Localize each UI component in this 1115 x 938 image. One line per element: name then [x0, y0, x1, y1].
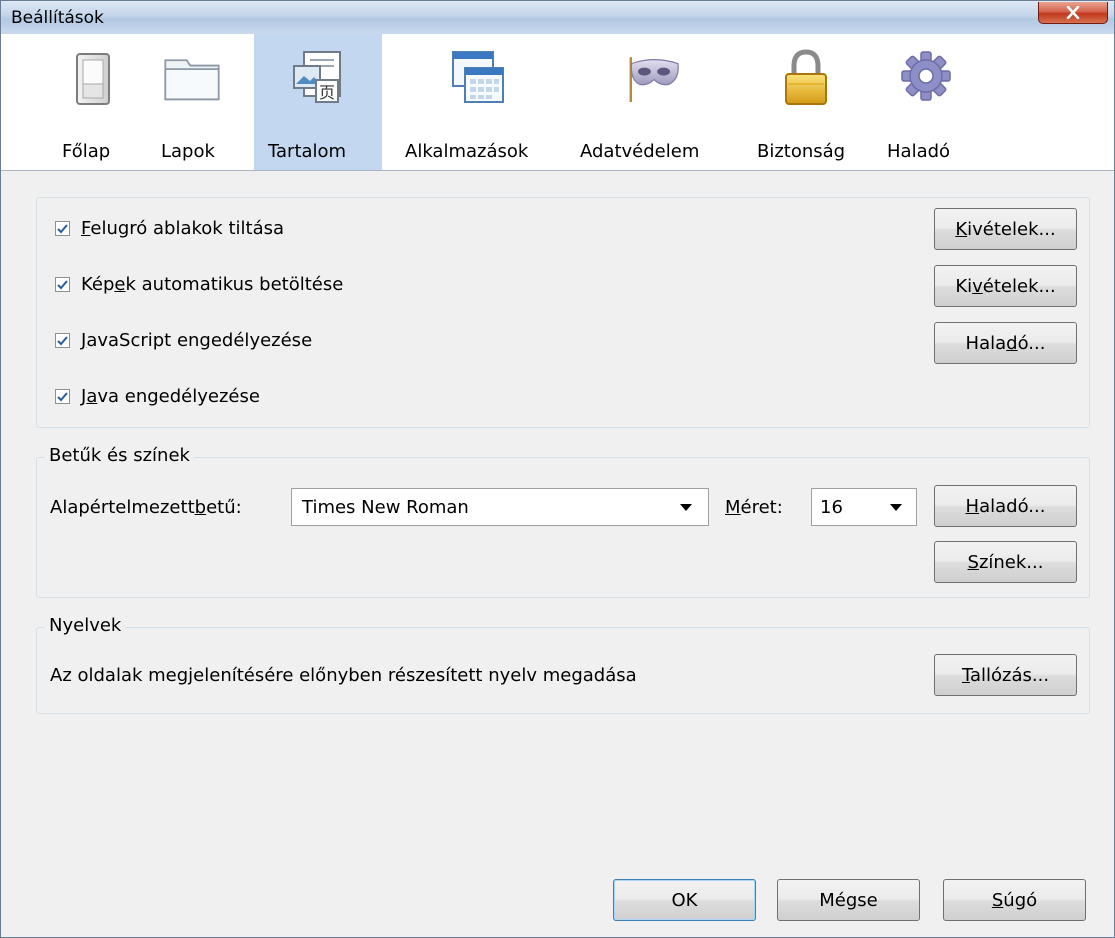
content-options-group: Felugró ablakok tiltása Kivételek... Kép…: [36, 197, 1090, 428]
javascript-option[interactable]: JavaScript engedélyezése: [55, 330, 312, 351]
cancel-button[interactable]: Mégse: [777, 879, 920, 921]
tab-main[interactable]: Főlap: [58, 34, 128, 170]
tab-label: Tartalom: [268, 141, 347, 162]
tab-applications[interactable]: Alkalmazások: [402, 34, 552, 170]
popup-block-label: Felugró ablakok tiltása: [81, 218, 285, 239]
tab-content[interactable]: 页 Tartalom: [254, 34, 382, 170]
fonts-colors-group: Betűk és színek Alapértelmezett b etű: Ti…: [36, 445, 1090, 598]
languages-group: Nyelvek Az oldalak megjelenítésére előny…: [36, 615, 1090, 714]
image-exceptions-button[interactable]: Kivételek...: [934, 265, 1077, 307]
help-button[interactable]: Súgó: [943, 879, 1086, 921]
tab-advanced[interactable]: Haladó: [881, 34, 971, 170]
chevron-down-icon: [890, 504, 902, 511]
main-page-icon: [61, 46, 125, 110]
checkmark-icon: [57, 335, 68, 345]
close-icon: [1066, 6, 1080, 19]
popup-exceptions-button[interactable]: Kivételek...: [934, 208, 1077, 250]
applications-icon: [445, 46, 509, 110]
javascript-advanced-button[interactable]: Haladó...: [934, 322, 1077, 364]
tab-label: Biztonság: [757, 141, 846, 162]
tab-label: Adatvédelem: [580, 141, 700, 162]
colors-button[interactable]: Színek...: [934, 541, 1077, 583]
load-images-label: Képek automatikus betöltése: [81, 274, 344, 295]
tab-label: Lapok: [161, 141, 215, 162]
checkmark-icon: [57, 391, 68, 401]
advanced-gear-icon: [894, 46, 958, 110]
settings-dialog: Beállítások Főlap Lapok 页 Tartalom Alkal…: [0, 0, 1115, 938]
default-font-value: Times New Roman: [302, 496, 469, 518]
font-size-value: 16: [820, 496, 843, 518]
category-toolbar: Főlap Lapok 页 Tartalom Alkalmazások Adat…: [1, 34, 1114, 171]
checkmark-icon: [57, 279, 68, 289]
fonts-colors-legend: Betűk és színek: [45, 445, 194, 466]
load-images-option[interactable]: Képek automatikus betöltése: [55, 274, 343, 295]
tab-security[interactable]: Biztonság: [751, 34, 861, 170]
tab-label: Haladó: [887, 141, 951, 162]
fonts-advanced-button[interactable]: Haladó...: [934, 485, 1077, 527]
languages-legend: Nyelvek: [45, 615, 126, 636]
browse-languages-button[interactable]: Tallózás...: [934, 654, 1077, 696]
default-font-label: Alapértelmezett b etű:: [50, 497, 242, 518]
title-bar: Beállítások: [1, 1, 1114, 34]
svg-text:页: 页: [319, 83, 335, 102]
languages-description: Az oldalak megjelenítésére előnyben rész…: [50, 665, 637, 686]
tab-tabs[interactable]: Lapok: [149, 34, 234, 170]
checkmark-icon: [57, 223, 68, 233]
size-label: Méret:: [725, 497, 783, 518]
chevron-down-icon: [680, 504, 692, 511]
privacy-mask-icon: [622, 46, 686, 110]
tab-label: Alkalmazások: [405, 141, 529, 162]
ok-button[interactable]: OK: [613, 879, 756, 921]
default-font-select[interactable]: Times New Roman: [291, 488, 709, 526]
security-lock-icon: [774, 46, 838, 110]
java-checkbox[interactable]: [55, 389, 70, 404]
font-size-select[interactable]: 16: [811, 488, 917, 526]
popup-block-checkbox[interactable]: [55, 221, 70, 236]
tab-privacy[interactable]: Adatvédelem: [576, 34, 731, 170]
window-title: Beállítások: [11, 8, 104, 28]
java-option[interactable]: Java engedélyezése: [55, 386, 260, 407]
popup-block-option[interactable]: Felugró ablakok tiltása: [55, 218, 284, 239]
javascript-label: JavaScript engedélyezése: [81, 330, 313, 351]
load-images-checkbox[interactable]: [55, 277, 70, 292]
tabs-folder-icon: [160, 46, 224, 110]
javascript-checkbox[interactable]: [55, 333, 70, 348]
java-label: Java engedélyezése: [81, 386, 260, 407]
close-button[interactable]: [1038, 2, 1108, 24]
tab-label: Főlap: [62, 141, 111, 162]
content-icon: 页: [286, 46, 350, 110]
